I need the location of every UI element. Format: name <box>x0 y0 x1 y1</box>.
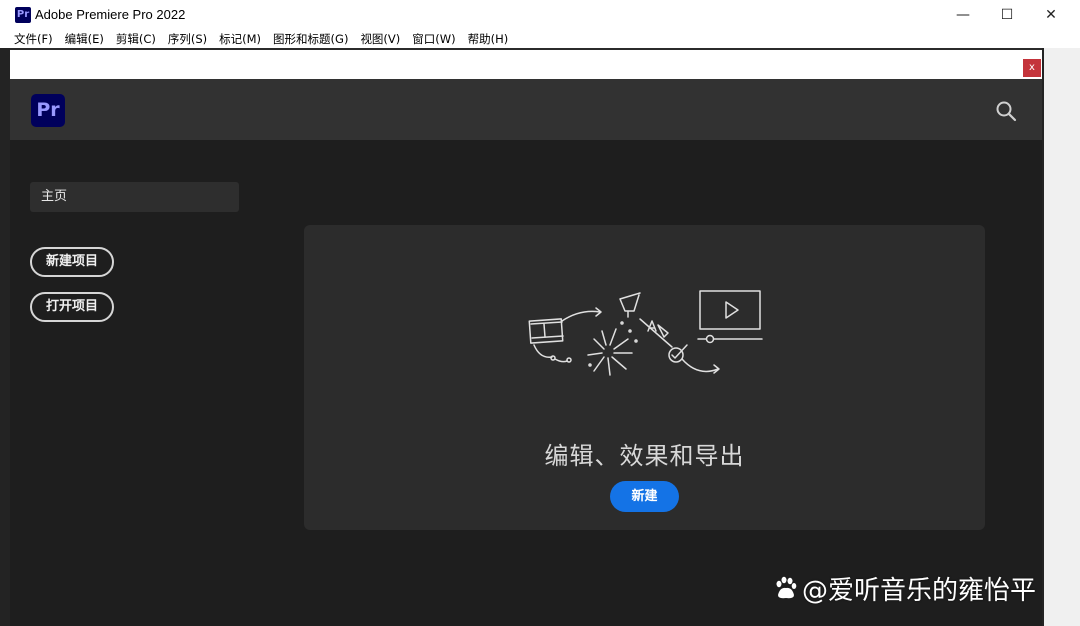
watermark: @爱听音乐的雍怡平 <box>772 568 1036 608</box>
premiere-app-icon: Pr <box>15 7 31 23</box>
minimize-button[interactable]: — <box>940 0 986 30</box>
workflow-illustration <box>528 290 763 376</box>
title-bar: Pr Adobe Premiere Pro 2022 — ☐ ✕ <box>0 0 1080 30</box>
menu-edit[interactable]: 编辑(E) <box>65 31 104 47</box>
window-title: Adobe Premiere Pro 2022 <box>35 7 186 22</box>
card-title: 编辑、效果和导出 <box>544 442 745 470</box>
edit-effects-export-card: 编辑、效果和导出 新建 <box>304 225 985 530</box>
app-frame-right-edge <box>1042 48 1044 626</box>
new-button[interactable]: 新建 <box>610 481 679 512</box>
paw-icon <box>776 576 797 599</box>
home-close-button[interactable]: x <box>1023 59 1041 77</box>
effects-burst-icon <box>587 321 638 376</box>
type-tool-icon <box>639 318 673 348</box>
menu-bar: 文件(F) 编辑(E) 剪辑(C) 序列(S) 标记(M) 图形和标题(G) 视… <box>0 30 1080 48</box>
search-icon[interactable] <box>995 100 1017 122</box>
menu-sequence[interactable]: 序列(S) <box>168 31 207 47</box>
open-project-button[interactable]: 打开项目 <box>30 292 114 322</box>
video-player-icon <box>697 290 763 344</box>
app-frame-left <box>0 48 10 626</box>
close-button[interactable]: ✕ <box>1028 0 1074 30</box>
menu-window[interactable]: 窗口(W) <box>412 31 455 47</box>
premiere-logo: Pr <box>31 94 65 127</box>
home-header: Pr <box>10 79 1042 140</box>
menu-markers[interactable]: 标记(M) <box>219 31 261 47</box>
home-window: x Pr 主页 新建项目 打开项目 编辑、效果和导出 新建 <box>10 48 1042 626</box>
film-strip-icon <box>528 318 564 344</box>
app-frame-right <box>1042 48 1080 626</box>
nav-home[interactable]: 主页 <box>30 182 239 212</box>
menu-view[interactable]: 视图(V) <box>360 31 400 47</box>
pen-tool-icon <box>619 292 641 318</box>
menu-help[interactable]: 帮助(H) <box>468 31 509 47</box>
menu-clip[interactable]: 剪辑(C) <box>116 31 156 47</box>
new-project-button[interactable]: 新建项目 <box>30 247 114 277</box>
home-window-topbar: x <box>10 48 1042 79</box>
menu-graphics-titles[interactable]: 图形和标题(G) <box>273 31 348 47</box>
maximize-button[interactable]: ☐ <box>984 0 1030 30</box>
menu-file[interactable]: 文件(F) <box>14 31 53 47</box>
watermark-text: @爱听音乐的雍怡平 <box>802 575 1037 606</box>
